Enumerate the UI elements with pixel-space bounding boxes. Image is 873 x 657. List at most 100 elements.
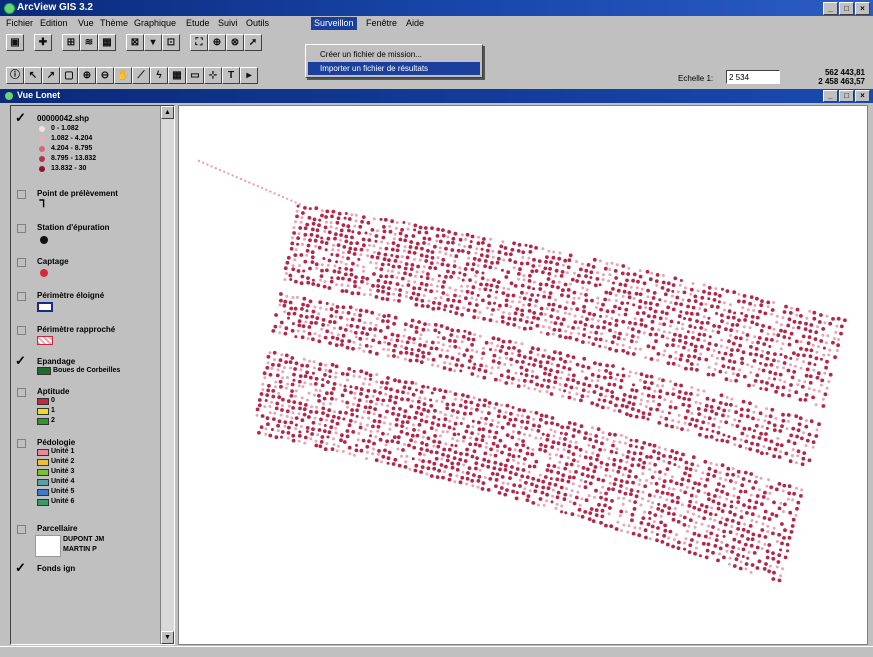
scroll-down-button[interactable]: ▼ (161, 631, 174, 644)
legend-swatch (37, 499, 49, 506)
zoom-in-tool[interactable]: ⊕ (78, 67, 96, 84)
menu-etude[interactable]: Etude (186, 18, 210, 28)
layer-00000042[interactable]: 00000042.shp (37, 114, 89, 123)
legend-dot (39, 146, 45, 152)
legend-label: 1.082 - 4.204 (51, 135, 93, 142)
close-button[interactable]: × (855, 2, 870, 15)
layer-checkbox[interactable] (17, 224, 26, 233)
theme-properties-button[interactable]: ⊞ (62, 34, 80, 51)
query-button[interactable]: ⊠ (126, 34, 144, 51)
layer-captage[interactable]: Captage (37, 257, 69, 266)
window-controls: _ □ × (823, 2, 870, 15)
locate-button[interactable]: ⊡ (162, 34, 180, 51)
find-button[interactable]: ▾ (144, 34, 162, 51)
label-tool[interactable]: ▦ (168, 67, 186, 84)
menu-outils[interactable]: Outils (246, 18, 269, 28)
layer-checkmark-icon[interactable]: ✓ (15, 111, 26, 124)
map-canvas[interactable] (178, 105, 868, 645)
legend-swatch (37, 408, 49, 415)
toc-scrollbar[interactable]: ▲ ▼ (160, 106, 174, 644)
text-tool[interactable]: T (222, 67, 240, 84)
pointer-button[interactable]: ➚ (244, 34, 262, 51)
menu-suivi[interactable]: Suivi (218, 18, 238, 28)
add-theme-icon: ✚ (38, 37, 48, 48)
layer-aptitude[interactable]: Aptitude (37, 387, 69, 396)
find-icon: ▾ (150, 37, 156, 48)
layer-fonds-ign[interactable]: Fonds ign (37, 564, 75, 573)
scale-label: Echelle 1: (678, 74, 714, 83)
menu-graphique[interactable]: Graphique (134, 18, 176, 28)
text-tool-icon: T (227, 70, 235, 81)
view-maximize-button[interactable]: □ (839, 90, 854, 102)
menu-edition[interactable]: Edition (40, 18, 68, 28)
view-title: Vue Lonet (17, 90, 61, 100)
scale-input[interactable] (726, 70, 780, 84)
status-bar (0, 646, 873, 657)
measure-icon: ⟋ (137, 70, 145, 81)
menu-vue[interactable]: Vue (78, 18, 94, 28)
zoom-extent-button[interactable]: ⛶ (190, 34, 208, 51)
layer-station-epuration[interactable]: Station d'épuration (37, 223, 110, 232)
layer-checkbox[interactable] (17, 525, 26, 534)
maximize-button[interactable]: □ (839, 2, 854, 15)
snap-tool[interactable]: ⊹ (204, 67, 222, 84)
arrow-down-icon: ▼ (164, 634, 171, 641)
table-icon: ▦ (102, 37, 112, 48)
legend-label: 0 - 1.082 (51, 125, 79, 132)
layer-checkbox[interactable] (17, 439, 26, 448)
table-button[interactable]: ▦ (98, 34, 116, 51)
layer-checkbox[interactable] (17, 258, 26, 267)
legend-swatch (37, 418, 49, 425)
menu-item-creer-mission[interactable]: Créer un fichier de mission... (308, 48, 480, 61)
pan-tool[interactable]: ✋ (114, 67, 132, 84)
layer-parcellaire[interactable]: Parcellaire (37, 524, 77, 533)
zoom-theme-button[interactable]: ⊕ (208, 34, 226, 51)
perimeter-near-symbol (37, 336, 53, 345)
menu-item-importer-resultats[interactable]: Importer un fichier de résultats (308, 62, 480, 75)
zoom-out-icon: ⊖ (100, 70, 110, 81)
layer-checkbox[interactable] (17, 326, 26, 335)
zoom-selected-button[interactable]: ⊗ (226, 34, 244, 51)
legend-label: MARTIN P (63, 546, 97, 553)
legend-dot (39, 166, 45, 172)
add-theme-button[interactable]: ✚ (34, 34, 52, 51)
menu-fichier[interactable]: Fichier (6, 18, 33, 28)
menu-fenetre[interactable]: Fenêtre (366, 18, 397, 28)
pan-icon: ✋ (116, 70, 130, 81)
layer-checkbox[interactable] (17, 388, 26, 397)
legend-editor-button[interactable]: ≋ (80, 34, 98, 51)
vertex-tool[interactable]: ↗ (42, 67, 60, 84)
layer-perimetre-eloigne[interactable]: Périmètre éloigné (37, 291, 104, 300)
menu-theme[interactable]: Thème (100, 18, 128, 28)
view-close-button[interactable]: × (855, 90, 870, 102)
pointer-tool[interactable]: ↖ (24, 67, 42, 84)
minimize-button[interactable]: _ (823, 2, 838, 15)
layer-checkmark-icon[interactable]: ✓ (15, 561, 26, 574)
chevron-right-icon: ▸ (246, 70, 252, 81)
legend-label: Boues de Corbeilles (53, 367, 121, 374)
layer-checkbox[interactable] (17, 190, 26, 199)
layer-pedologie[interactable]: Pédologie (37, 438, 75, 447)
zoom-out-tool[interactable]: ⊖ (96, 67, 114, 84)
area-tool[interactable]: ▢ (60, 67, 78, 84)
measure-tool[interactable]: ⟋ (132, 67, 150, 84)
layer-checkmark-icon[interactable]: ✓ (15, 354, 26, 367)
tool-palette-button[interactable]: ▸ (240, 67, 258, 84)
perimeter-far-symbol (37, 302, 53, 312)
scroll-up-button[interactable]: ▲ (161, 106, 174, 119)
layer-checkbox[interactable] (17, 292, 26, 301)
save-button[interactable]: ▣ (6, 34, 24, 51)
layer-perimetre-rapproche[interactable]: Périmètre rapproché (37, 325, 115, 334)
hotlink-tool[interactable]: ϟ (150, 67, 168, 84)
layer-epandage[interactable]: Epandage (37, 357, 75, 366)
identify-tool[interactable]: ⓘ (6, 67, 24, 84)
legend-swatch (37, 449, 49, 456)
flag-icon: ᒣ (39, 199, 46, 210)
menu-aide[interactable]: Aide (406, 18, 424, 28)
view-minimize-button[interactable]: _ (823, 90, 838, 102)
layer-point-prelevement[interactable]: Point de prélèvement (37, 189, 118, 198)
menu-surveillon[interactable]: Surveillon (311, 17, 357, 30)
zoom-in-icon: ⊕ (82, 70, 92, 81)
surveillon-dropdown: Créer un fichier de mission... Importer … (305, 44, 483, 78)
draw-tool[interactable]: ▭ (186, 67, 204, 84)
